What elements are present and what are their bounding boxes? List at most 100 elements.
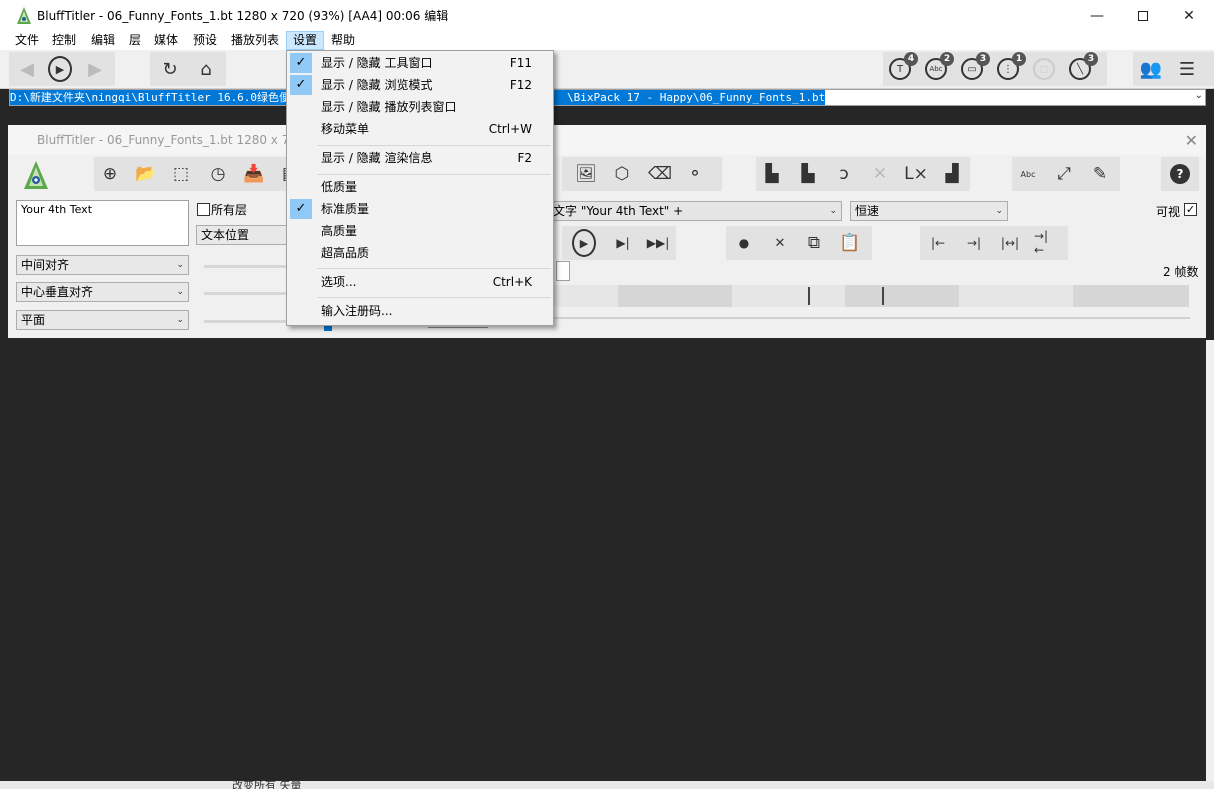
image-icon[interactable]: 🖼 [574,162,598,186]
corner-tl-icon[interactable]: ▙ [760,162,784,186]
path-bar[interactable]: D:\新建文件夹\ningqi\BluffTitler 16.6.0绿色便携 \… [9,89,1206,106]
chevron-down-icon: ⌄ [176,260,184,270]
minimize-button[interactable]: — [1074,0,1120,31]
timeline-play-button[interactable]: ▶ [572,229,596,257]
abc-expand-icon[interactable]: Abc [1016,162,1040,186]
timeline-key-marker[interactable] [808,287,810,305]
speed-select[interactable]: 恒速 ⌄ [850,201,1008,221]
refresh-icon[interactable]: ↻ [158,57,182,81]
close-icon: ✕ [1183,7,1195,24]
open-folder-icon[interactable]: 📂 [134,162,158,186]
group-layer-button[interactable]: ⋮ 1 [996,52,1026,81]
picture-layer-button[interactable]: ▭ 3 [960,52,990,81]
corner-x-icon[interactable]: L× [904,162,928,186]
hamburger-menu-icon[interactable]: ☰ [1175,57,1199,81]
timeline-segment[interactable] [618,285,732,307]
particles-icon[interactable]: ⚬ [683,162,707,186]
menu-media[interactable]: 媒体 [148,31,184,50]
layer-select[interactable]: 文字 "Your 4th Text" + ⌄ [548,201,842,221]
add-layer-icon[interactable]: ⊕ [98,162,122,186]
marker-collapse-icon[interactable]: →|← [1034,229,1058,257]
chevron-down-icon[interactable]: ⌄ [1195,90,1203,101]
expand-disabled-icon[interactable]: ✕ [868,162,892,186]
effect-layer-button[interactable]: ╲ 3 [1068,52,1098,81]
cube-icon[interactable]: ⬡ [610,162,634,186]
checkmark-icon: ✓ [290,53,312,73]
text-layer-button[interactable]: T4 [888,52,918,81]
timeline-segment[interactable] [959,285,1073,307]
frame-input[interactable] [556,261,570,281]
fast-forward-icon[interactable]: ▶▶| [646,231,670,255]
all-layers-checkbox[interactable] [197,203,210,216]
menu-low-quality[interactable]: 低质量 [288,176,552,198]
play-icon: ▶ [48,56,72,82]
next-frame-icon[interactable]: ▶| [611,231,635,255]
play-button[interactable]: ▶ [48,56,72,82]
pen-icon[interactable]: ✎ [1088,162,1112,186]
corner-bl-icon[interactable]: ▙ [796,162,820,186]
menu-playlist[interactable]: 播放列表 [225,31,285,50]
slider-track-1[interactable] [204,265,286,268]
marker-end-icon[interactable]: →| [962,231,986,255]
home-icon[interactable]: ⌂ [194,57,218,81]
select-frame-icon[interactable]: ⬚ [169,162,193,186]
menu-control[interactable]: 控制 [46,31,82,50]
plane-select[interactable]: 平面 ⌄ [16,310,189,330]
menu-preset[interactable]: 预设 [187,31,223,50]
record-icon[interactable]: ● [732,231,756,255]
menu-toggle-tool-window[interactable]: ✓ 显示 / 隐藏 工具窗口 F11 [288,52,552,74]
child-title-bar: BluffTitler - 06_Funny_Fonts_1.bt 1280 x… [8,125,1206,155]
copy-icon[interactable]: ⧉ [802,231,826,255]
abc-layer-button[interactable]: Abc 2 [924,52,954,81]
timeline-segment[interactable] [1073,285,1189,307]
eraser-icon[interactable]: ⌫ [648,162,672,186]
frames-label: 2 帧数 [1163,265,1199,279]
delete-key-icon[interactable]: ✕ [768,231,792,255]
link-corner-icon[interactable]: ↄ [832,162,856,186]
back-arrow-icon[interactable]: ◀ [15,57,39,81]
corner-br-icon[interactable]: ▟ [940,162,964,186]
text-position-select[interactable]: 文本位置 [196,225,288,245]
menu-high-quality[interactable]: 高质量 [288,220,552,242]
menu-standard-quality[interactable]: ✓ 标准质量 [288,198,552,220]
menu-settings[interactable]: 设置 [286,31,325,50]
menu-help[interactable]: 帮助 [325,31,361,50]
slider-track-2[interactable] [204,292,286,295]
layer-disabled-button[interactable]: ◻ [1032,57,1056,81]
visible-checkbox[interactable]: ✓ [1184,203,1197,216]
users-icon[interactable]: 👥 [1139,57,1163,81]
menu-toggle-render-info[interactable]: 显示 / 隐藏 渲染信息 F2 [288,147,552,169]
menu-options[interactable]: 选项... Ctrl+K [288,271,552,293]
timeline-cursor[interactable] [882,287,884,305]
slider-track-3[interactable] [204,320,286,323]
close-button[interactable]: ✕ [1166,0,1212,31]
timeline-segment[interactable] [732,285,845,307]
menu-toggle-browse-mode[interactable]: ✓ 显示 / 隐藏 浏览模式 F12 [288,74,552,96]
forward-arrow-icon[interactable]: ▶ [83,57,107,81]
import-folder-icon[interactable]: 📥 [242,162,266,186]
child-close-icon[interactable]: ✕ [1185,131,1198,150]
timeline-segment[interactable] [845,285,959,307]
image-expand-icon[interactable]: ⤢ [1052,162,1076,186]
align-horizontal-select[interactable]: 中间对齐 ⌄ [16,255,189,275]
menu-enter-registration[interactable]: 输入注册码... [288,300,552,322]
marker-start-icon[interactable]: |← [926,231,950,255]
help-button[interactable]: ? [1168,162,1192,186]
timeline-segment[interactable] [548,285,618,307]
menu-bar: 文件 控制 编辑 层 媒体 预设 播放列表 设置 帮助 [0,31,1214,50]
menu-toggle-playlist-window[interactable]: 显示 / 隐藏 播放列表窗口 [288,96,552,118]
text-content-field[interactable]: Your 4th Text [16,200,189,246]
timeline-scrollbar[interactable] [548,317,1190,319]
maximize-button[interactable] [1120,0,1166,31]
clock-icon[interactable]: ◷ [206,162,230,186]
menu-edit[interactable]: 编辑 [85,31,121,50]
paste-icon[interactable]: 📋 [838,231,862,255]
picture-layer-icon: ▭ 3 [961,52,990,80]
menu-file[interactable]: 文件 [9,31,45,50]
marker-expand-icon[interactable]: |↔| [998,231,1022,255]
menu-layer[interactable]: 层 [123,31,147,50]
menu-move-menu[interactable]: 移动菜单 Ctrl+W [288,118,552,140]
menu-ultra-quality[interactable]: 超高品质 [288,242,552,264]
layer-disabled-icon: ◻ [1033,58,1055,80]
align-vertical-select[interactable]: 中心垂直对齐 ⌄ [16,282,189,302]
